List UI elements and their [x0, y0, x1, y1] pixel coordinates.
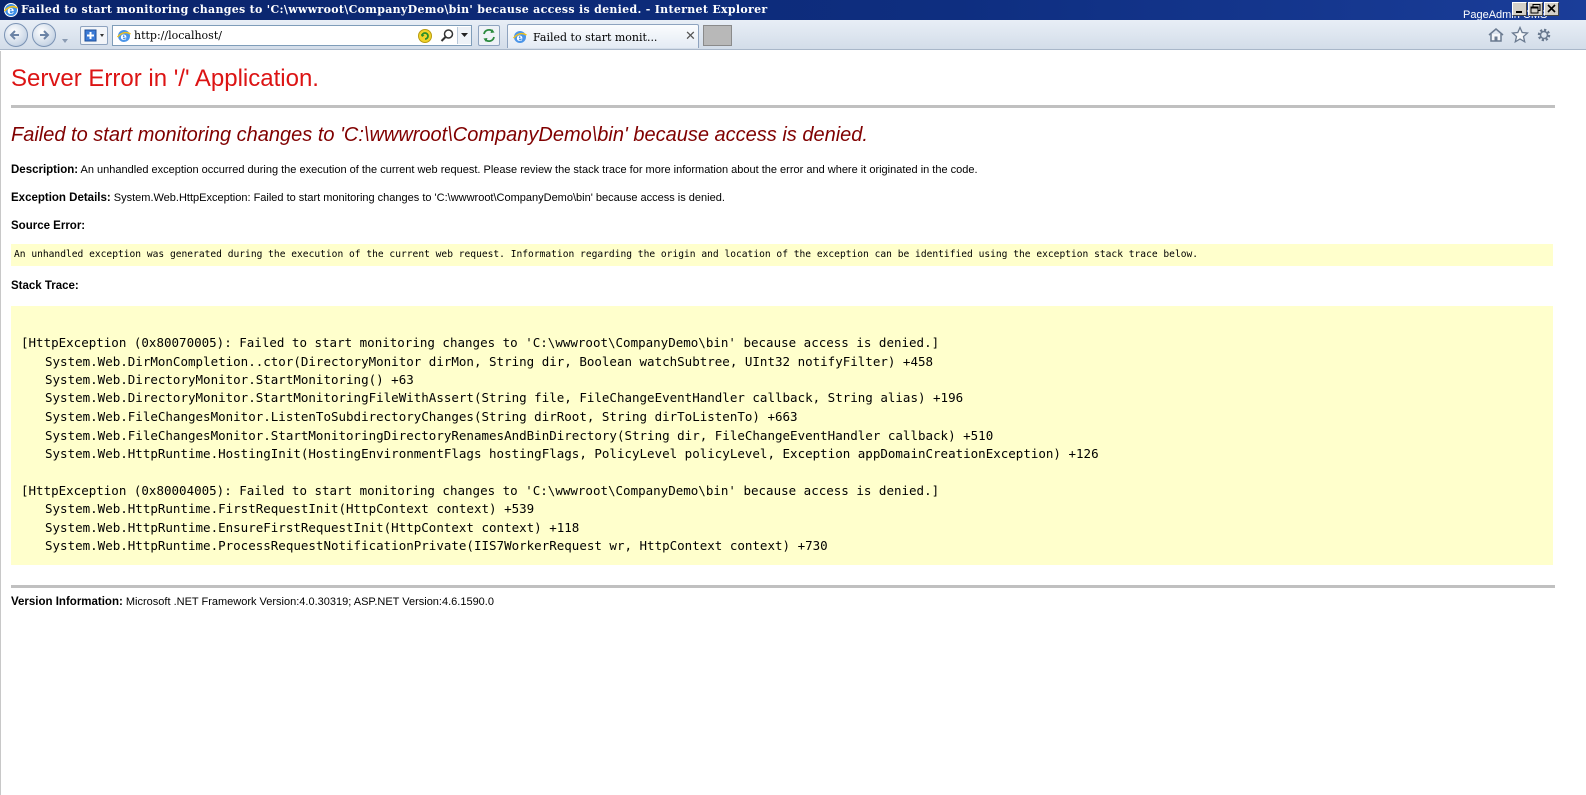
description-line: Description: An unhandled exception occu…: [11, 164, 978, 176]
compat-view-button[interactable]: [80, 26, 108, 45]
source-error-box: An unhandled exception was generated dur…: [11, 244, 1553, 266]
favorites-button[interactable]: [1510, 25, 1530, 44]
home-icon: [1488, 28, 1504, 42]
version-info-line: Version Information: Microsoft .NET Fram…: [11, 596, 494, 608]
maximize-button[interactable]: [1528, 2, 1543, 16]
tab-close-button[interactable]: ✕: [685, 29, 696, 44]
page-content: Server Error in '/' Application. Failed …: [0, 51, 1586, 795]
divider: [11, 105, 1555, 108]
address-bar[interactable]: e: [112, 25, 472, 46]
address-ie-icon: e: [116, 28, 132, 49]
version-label: Version Information:: [11, 596, 123, 608]
new-tab-button[interactable]: [703, 25, 732, 46]
window-title: Failed to start monitoring changes to 'C…: [21, 3, 768, 16]
stack-trace-line: System.Web.HttpRuntime.FirstRequestInit(…: [45, 501, 535, 516]
stack-trace-line: System.Web.DirMonCompletion..ctor(Direct…: [45, 354, 934, 369]
stack-trace-line: System.Web.HttpRuntime.ProcessRequestNot…: [45, 538, 828, 553]
minimize-icon: [1516, 11, 1522, 13]
stack-trace-label: Stack Trace:: [11, 280, 79, 292]
forward-icon: [40, 30, 50, 40]
stack-trace-line: System.Web.FileChangesMonitor.ListenToSu…: [45, 409, 798, 424]
ie-logo-icon: e: [3, 2, 19, 18]
stack-trace-line: System.Web.DirectoryMonitor.StartMonitor…: [45, 390, 964, 405]
minimize-button[interactable]: [1512, 2, 1527, 16]
stack-trace-line: [HttpException (0x80070005): Failed to s…: [21, 335, 940, 350]
refresh-go-icon: [418, 29, 432, 43]
source-error-text: An unhandled exception was generated dur…: [14, 249, 1199, 260]
maximize-icon: [1530, 4, 1541, 14]
dropdown-icon: [62, 39, 68, 43]
address-dropdown[interactable]: [457, 27, 471, 44]
exception-label: Exception Details:: [11, 192, 111, 204]
stack-trace-box: [HttpException (0x80070005): Failed to s…: [11, 306, 1553, 565]
refresh-button[interactable]: [478, 25, 500, 46]
tab-active[interactable]: e Failed to start monit... ✕: [507, 24, 699, 48]
tab-label: Failed to start monit...: [533, 31, 658, 44]
stack-trace-line: System.Web.HttpRuntime.HostingInit(Hosti…: [45, 446, 1099, 461]
error-heading: Failed to start monitoring changes to 'C…: [11, 124, 868, 146]
exception-text: System.Web.HttpException: Failed to star…: [113, 192, 725, 204]
back-icon: [9, 30, 19, 40]
compat-view-icon: [84, 29, 104, 42]
stack-trace-line: [HttpException (0x80004005): Failed to s…: [21, 483, 940, 498]
refresh-icon: [483, 29, 495, 42]
close-window-button[interactable]: [1544, 2, 1559, 16]
go-button[interactable]: [417, 28, 433, 44]
search-button[interactable]: [439, 28, 455, 44]
description-label: Description:: [11, 164, 79, 176]
version-text: Microsoft .NET Framework Version:4.0.303…: [125, 596, 494, 608]
close-icon: [1547, 4, 1556, 13]
stack-trace-line: System.Web.DirectoryMonitor.StartMonitor…: [45, 372, 414, 387]
stack-trace-line: System.Web.HttpRuntime.EnsureFirstReques…: [45, 520, 580, 535]
history-dropdown[interactable]: [61, 32, 69, 43]
settings-button[interactable]: [1535, 26, 1553, 44]
favorites-star-icon: [1510, 25, 1530, 44]
window-title-bar: e Failed to start monitoring changes to …: [0, 0, 1586, 21]
tab-ie-icon: e: [512, 29, 528, 50]
divider: [11, 585, 1555, 588]
dropdown-icon: [461, 33, 468, 37]
home-button[interactable]: [1487, 26, 1505, 44]
exception-details-line: Exception Details: System.Web.HttpExcept…: [11, 192, 725, 204]
stack-trace-line: System.Web.FileChangesMonitor.StartMonit…: [45, 428, 994, 443]
back-button[interactable]: [4, 23, 28, 47]
address-input[interactable]: [134, 28, 424, 43]
forward-button[interactable]: [32, 23, 56, 47]
description-text: An unhandled exception occurred during t…: [80, 164, 978, 176]
browser-toolbar: e http://localhost/ e Failed to start mo…: [0, 20, 1586, 50]
source-error-label: Source Error:: [11, 220, 86, 232]
page-title: Server Error in '/' Application.: [11, 65, 319, 92]
settings-gear-icon: [1537, 28, 1551, 42]
search-icon: [440, 29, 454, 42]
